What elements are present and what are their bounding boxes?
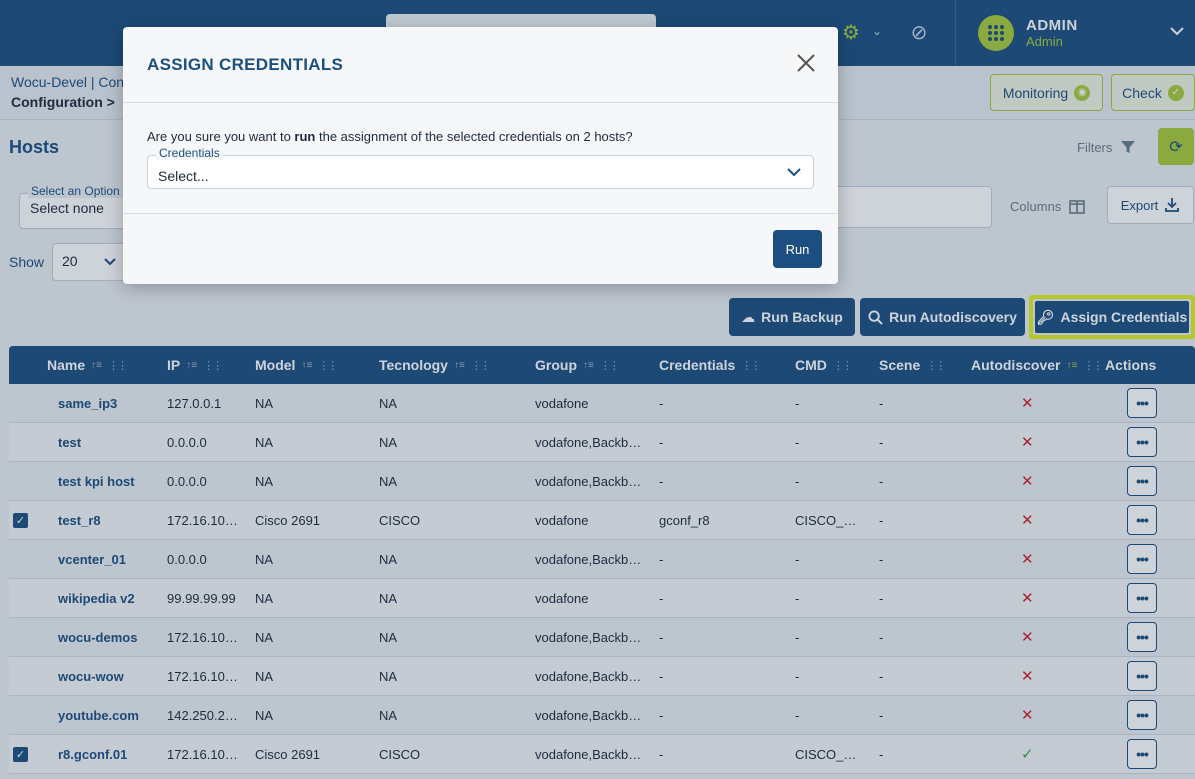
credentials-placeholder: Select... [158,168,209,184]
modal-message-post: the assignment of the selected credentia… [315,129,633,144]
credentials-select[interactable] [147,155,814,189]
credentials-label: Credentials [156,146,223,160]
divider [123,102,838,103]
assign-credentials-modal: ASSIGN CREDENTIALS Are you sure you want… [123,27,838,284]
divider [123,213,838,214]
modal-message-bold: run [294,129,316,144]
modal-message-pre: Are you sure you want to [147,129,295,144]
run-button[interactable]: Run [773,230,822,268]
close-icon[interactable] [793,53,819,79]
modal-message: Are you sure you want to run the assignm… [147,129,633,144]
chevron-down-icon[interactable] [787,165,801,180]
modal-title: ASSIGN CREDENTIALS [147,55,344,74]
